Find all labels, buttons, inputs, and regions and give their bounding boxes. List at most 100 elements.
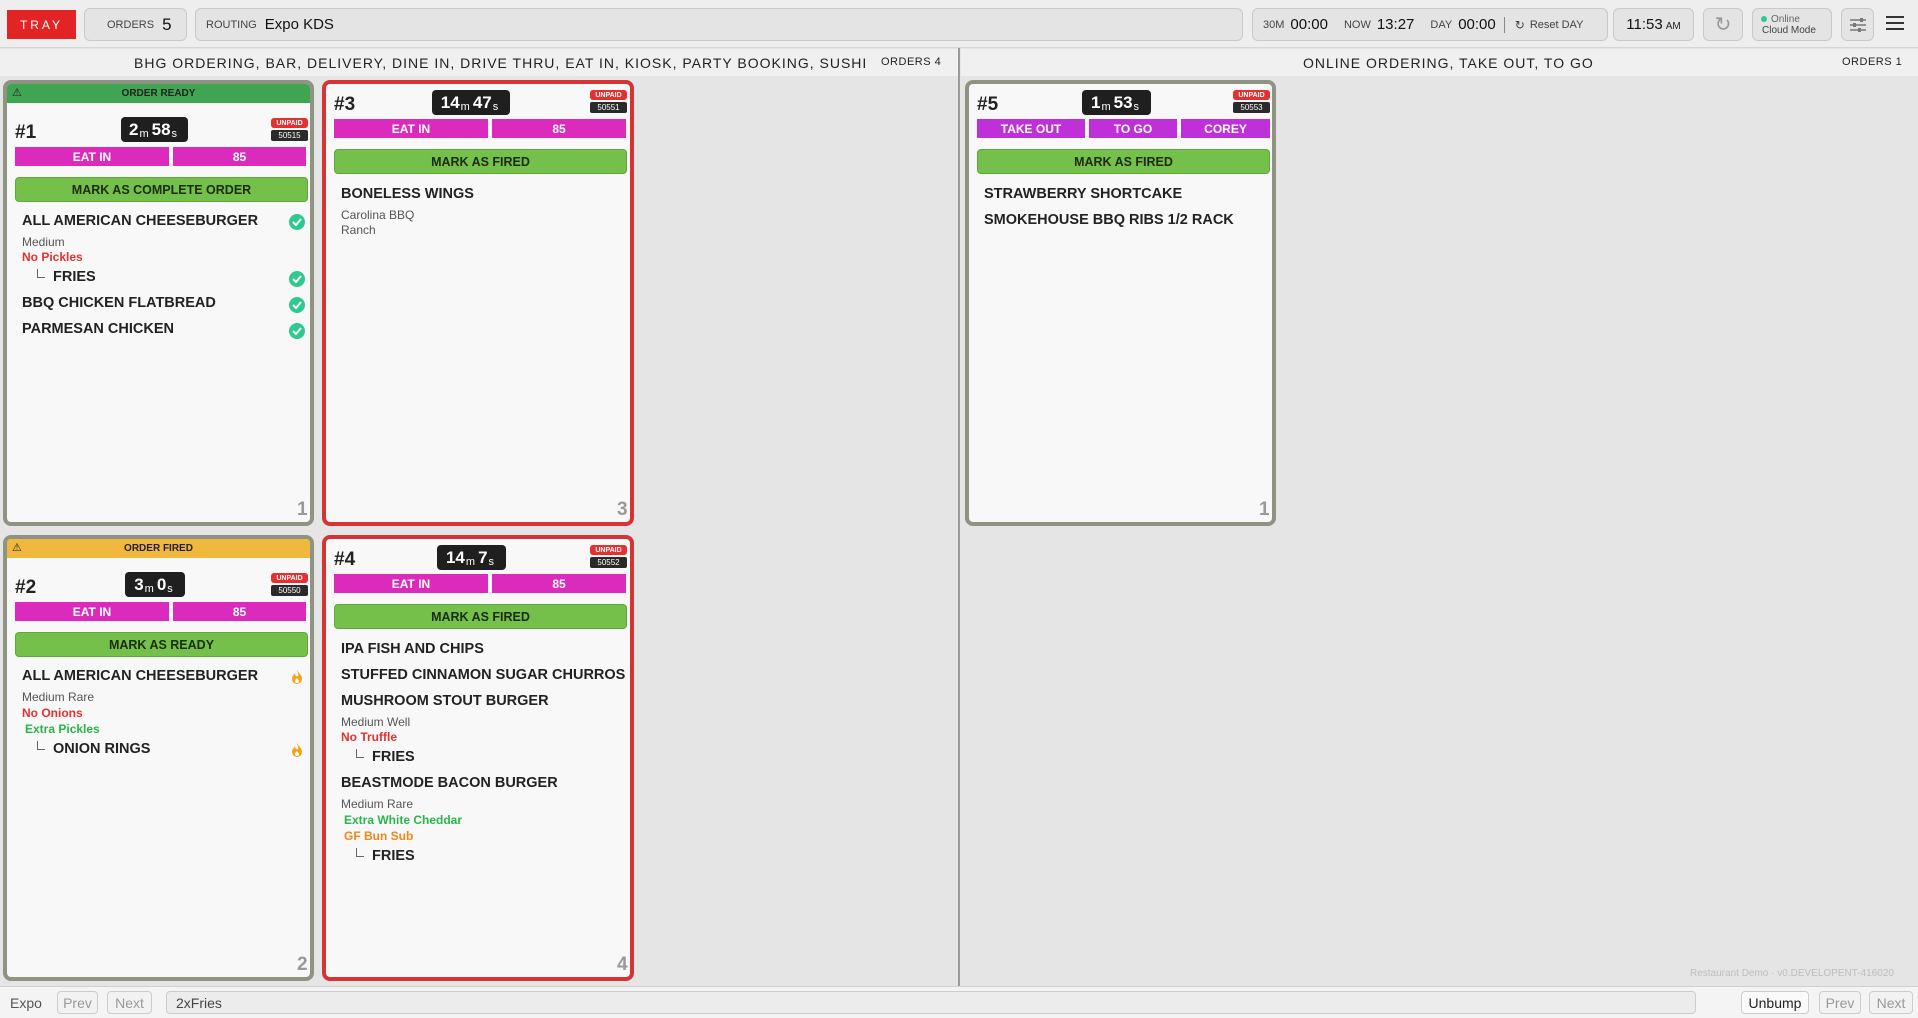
online-dot-icon [1761,16,1767,22]
timer-minutes: 14 [445,548,465,567]
order-item[interactable]: ALL AMERICAN CHEESEBURGER [22,213,258,229]
item-modifier-addition: Extra Pickles [25,722,100,736]
item-modifier: Medium Rare [22,690,95,704]
mark-fired-button[interactable]: MARK AS FIRED [977,149,1270,174]
order-item[interactable]: BBQ CHICKEN FLATBREAD [22,295,216,311]
card-position: 3 [617,499,628,520]
mark-complete-button[interactable]: MARK AS COMPLETE ORDER [15,177,308,202]
order-item[interactable]: BEASTMODE BACON BURGER [341,775,558,791]
next-button[interactable]: Next [107,991,152,1014]
item-modifier-removal: No Onions [22,706,83,720]
card-position: 1 [297,499,308,520]
mark-fired-button[interactable]: MARK AS FIRED [334,604,627,629]
menu-button[interactable] [1885,14,1905,34]
order-number: #3 [334,94,356,115]
banner-label: ORDER FIRED [124,543,193,554]
item-modifier-substitution: GF Bun Sub [344,829,414,843]
unpaid-badge: UNPAID [1233,90,1270,100]
banner-label: ORDER READY [121,88,196,99]
check-icon [289,323,305,339]
item-modifier-removal: No Pickles [22,250,83,264]
order-card[interactable]: ⚠ ORDER READY #1 2 m 58 s UNPAID 50515 EAT … [3,80,314,526]
order-item[interactable]: SMOKEHOUSE BBQ RIBS 1/2 RACK [984,212,1234,228]
order-fired-banner: ⚠ ORDER FIRED [7,539,310,558]
item-filter-input[interactable]: 2xFries [166,991,1696,1014]
kds-app: TRAY ORDERS 5 ROUTING Expo KDS 30M 00:00… [0,0,1918,1018]
unpaid-badge: UNPAID [271,573,308,583]
item-modifier: Medium Rare [341,797,414,811]
column-orders-count: ORDERS 1 [1842,56,1903,68]
customer-tag: COREY [1181,119,1270,138]
order-item[interactable]: MUSHROOM STOUT BURGER [341,693,549,709]
minutes-unit: m [460,101,470,113]
reset-day-button[interactable]: ↻ Reset DAY [1515,18,1584,32]
order-item[interactable]: PARMESAN CHICKEN [22,321,174,337]
sync-button[interactable]: ↻ [1703,8,1743,41]
sub-item[interactable]: FRIES [356,749,415,765]
order-item[interactable]: STRAWBERRY SHORTCAKE [984,186,1182,202]
connection-status[interactable]: Online Cloud Mode [1752,8,1832,41]
next-button[interactable]: Next [1869,991,1913,1014]
ticket-number: 50515 [271,130,308,141]
ticket-number: 50553 [1233,102,1270,113]
version-label: Restaurant Demo · v0.DEVELOPENT-416020 [1690,968,1894,979]
order-card[interactable]: #5 1 m 53 s UNPAID 50553 TAKE OUT TO GO COR… [965,80,1276,526]
cloud-mode-label: Cloud Mode [1762,24,1816,36]
branch-icon [356,848,364,857]
order-type-tag: EAT IN [334,119,488,138]
item-modifier: Medium [22,235,65,249]
bottom-bar: Expo Prev Next 2xFries Unbump Prev Next [0,986,1918,1018]
mark-fired-button[interactable]: MARK AS FIRED [334,149,627,174]
routing-value: Expo KDS [264,16,334,33]
timer-minutes: 1 [1090,93,1101,112]
order-item[interactable]: STUFFED CINNAMON SUGAR CHURROS [341,667,625,683]
column-header-left: BHG ORDERING, BAR, DELIVERY, DINE IN, DR… [0,49,958,76]
tray-logo[interactable]: TRAY [7,10,76,39]
card-position: 1 [1259,499,1270,520]
clock-time: 11:53 [1626,16,1663,33]
order-card[interactable]: ⚠ ORDER FIRED #2 3m0s UNPAID 50550 EAT I… [3,535,314,981]
ticket-number: 50550 [271,585,308,596]
order-item[interactable]: IPA FISH AND CHIPS [341,641,484,657]
check-icon [289,297,305,313]
orders-counter[interactable]: ORDERS 5 [84,8,187,41]
seconds-unit: s [492,101,499,113]
seconds-unit: s [1133,101,1140,113]
unpaid-badge: UNPAID [271,118,308,128]
routing-field[interactable]: ROUTING Expo KDS [195,8,1243,41]
sub-item-label: FRIES [53,269,96,285]
order-timer: 14 m 7 s [437,545,506,570]
check-icon [289,214,305,230]
hamburger-icon [1886,16,1904,30]
order-item[interactable]: BONELESS WINGS [341,186,474,202]
order-card[interactable]: #4 14 m 7 s UNPAID 50552 EAT IN 85 MARK AS … [322,535,634,981]
sub-item[interactable]: FRIES [37,269,96,285]
sub-item[interactable]: ONION RINGS [37,741,150,757]
check-icon [289,271,305,287]
timer-seconds: 7 [478,548,488,567]
sliders-icon [1849,17,1866,32]
prev-button[interactable]: Prev [1819,991,1861,1014]
ticket-number: 50551 [590,102,627,113]
item-modifier: Carolina BBQ [341,208,415,222]
card-position: 2 [297,954,308,975]
column-title: BHG ORDERING, BAR, DELIVERY, DINE IN, DR… [134,54,868,71]
sub-item[interactable]: FRIES [356,848,415,864]
column-divider [958,48,960,986]
order-number: #1 [15,122,37,143]
warning-icon: ⚠ [12,87,22,99]
table-tag: 85 [492,119,626,138]
order-card[interactable]: #3 14 m 47 s UNPAID 50551 EAT IN 85 MARK AS… [322,80,634,526]
order-number: #4 [334,549,356,570]
settings-button[interactable] [1841,8,1874,41]
station-label: Expo [10,995,42,1011]
unbump-button[interactable]: Unbump [1741,991,1809,1014]
timer-seconds: 47 [472,93,492,112]
item-modifier-removal: No Truffle [341,730,397,744]
prev-button[interactable]: Prev [57,991,98,1014]
order-item[interactable]: ALL AMERICAN CHEESEBURGER [22,668,258,684]
order-type-tag: EAT IN [15,602,169,621]
column-title: ONLINE ORDERING, TAKE OUT, TO GO [1303,54,1594,71]
mark-ready-button[interactable]: MARK AS READY [15,632,308,657]
timer-seconds: 58 [151,120,171,139]
